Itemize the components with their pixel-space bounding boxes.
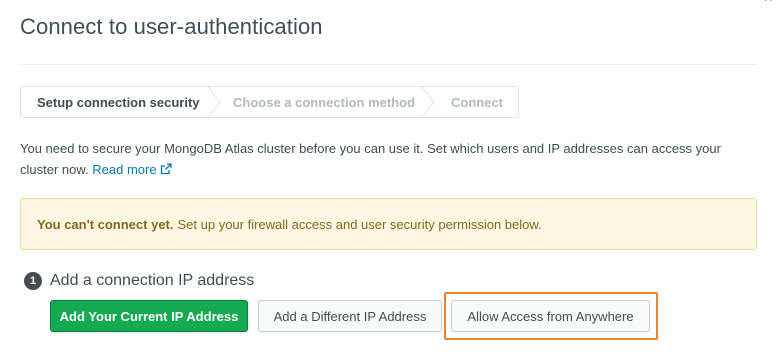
add-different-ip-button[interactable]: Add a Different IP Address [258,300,442,332]
add-current-ip-button[interactable]: Add Your Current IP Address [50,300,248,332]
title-divider [20,64,757,65]
step-label: Connect [451,94,503,110]
modal-title: Connect to user-authentication [20,14,323,39]
external-link-icon [160,163,172,175]
chevron-right-icon [422,87,435,117]
step-setup-connection-security[interactable]: Setup connection security [21,87,221,117]
chevron-right-icon [208,87,221,117]
intro-text: You need to secure your MongoDB Atlas cl… [20,138,760,180]
step-choose-connection-method[interactable]: Choose a connection method [221,87,435,117]
warning-text: Set up your firewall access and user sec… [177,216,542,232]
warning-banner: You can't connect yet. Set up your firew… [20,198,757,250]
warning-strong: You can't connect yet. [37,216,174,232]
read-more-label: Read more [92,162,157,177]
read-more-link[interactable]: Read more [92,162,172,177]
step-label: Choose a connection method [233,94,416,110]
section-add-ip-header: 1 Add a connection IP address [24,272,254,290]
section-title: Add a connection IP address [50,272,255,289]
step-number-badge: 1 [24,272,42,290]
connect-modal: × Connect to user-authentication Setup c… [0,0,777,355]
allow-access-anywhere-button[interactable]: Allow Access from Anywhere [451,300,650,332]
step-label: Setup connection security [37,94,200,110]
step-connect[interactable]: Connect [435,87,518,117]
wizard-steps: Setup connection security Choose a conne… [20,86,519,118]
close-icon[interactable]: × [764,0,773,7]
